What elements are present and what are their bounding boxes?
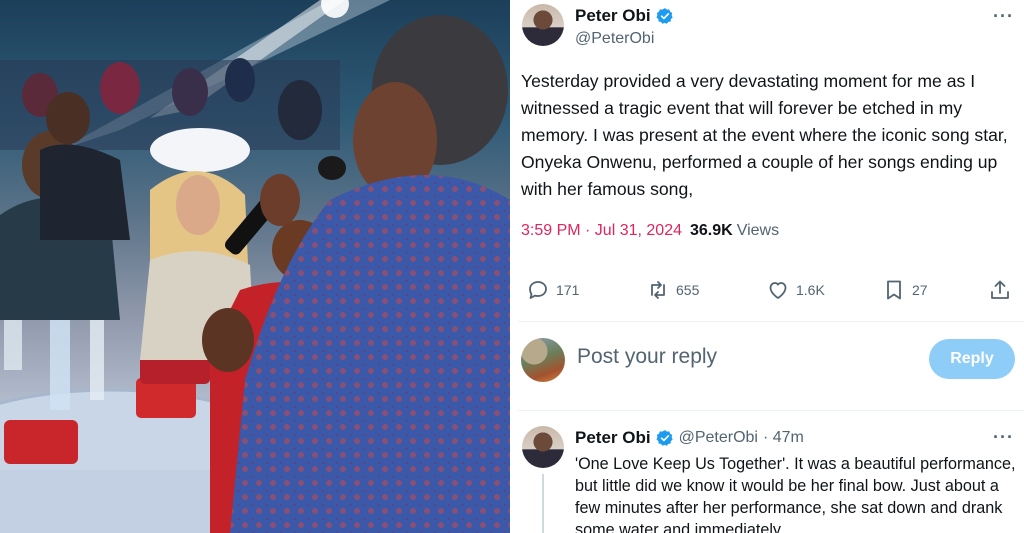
share-icon — [991, 280, 1009, 299]
author-name[interactable]: Peter Obi — [575, 6, 651, 26]
event-photo-illustration — [0, 0, 510, 533]
reply-button[interactable]: Reply — [929, 339, 1015, 379]
reply-action[interactable]: 171 — [526, 278, 579, 302]
verified-badge-icon — [656, 7, 674, 25]
tweet-panel: Peter Obi @PeterObi ··· Yesterday provid… — [518, 0, 1024, 533]
event-photo — [0, 0, 510, 533]
like-action[interactable]: 1.6K — [766, 278, 825, 302]
bookmark-icon — [887, 280, 901, 300]
views-label: Views — [736, 222, 780, 239]
share-action[interactable] — [988, 278, 1012, 302]
views-count: 36.9K — [689, 222, 733, 239]
reply-text: 'One Love Keep Us Together'. It was a be… — [575, 455, 1016, 533]
reply-count: 171 — [556, 282, 580, 298]
more-options-icon[interactable]: ··· — [993, 6, 1014, 27]
repost-action[interactable]: 655 — [646, 278, 699, 302]
author-avatar[interactable] — [522, 4, 564, 46]
current-user-avatar[interactable] — [521, 338, 565, 382]
author-handle[interactable]: @PeterObi — [575, 30, 654, 48]
tweet-actions: 171 655 1.6K 27 — [526, 278, 1012, 306]
verified-badge-icon — [656, 429, 674, 447]
author-name-row: Peter Obi — [575, 6, 674, 26]
thread-connector — [542, 474, 544, 533]
reply-author-avatar[interactable] — [522, 426, 564, 468]
tweet-meta: 3:59 PM · Jul 31, 2024 36.9K Views — [521, 222, 779, 240]
divider — [518, 410, 1024, 411]
heart-icon — [769, 282, 787, 299]
tweet-timestamp[interactable]: 3:59 PM · Jul 31, 2024 — [521, 222, 682, 240]
divider — [518, 321, 1024, 322]
reply-more-options-icon[interactable]: ··· — [993, 427, 1014, 448]
reply-input[interactable]: Post your reply — [577, 345, 717, 369]
repost-icon — [651, 281, 665, 299]
reply-icon — [529, 281, 547, 299]
tweet-text: Yesterday provided a very devastating mo… — [521, 71, 1008, 199]
panel-divider — [510, 0, 518, 533]
reply-author-handle[interactable]: @PeterObi — [679, 429, 758, 447]
repost-count: 655 — [676, 282, 700, 298]
reply-age[interactable]: · 47m — [763, 429, 804, 447]
reply-author-row: Peter Obi @PeterObi · 47m — [575, 428, 804, 448]
bookmark-action[interactable]: 27 — [882, 278, 928, 302]
reply-author-name[interactable]: Peter Obi — [575, 428, 651, 448]
bookmark-count: 27 — [912, 282, 928, 298]
like-count: 1.6K — [796, 282, 825, 298]
